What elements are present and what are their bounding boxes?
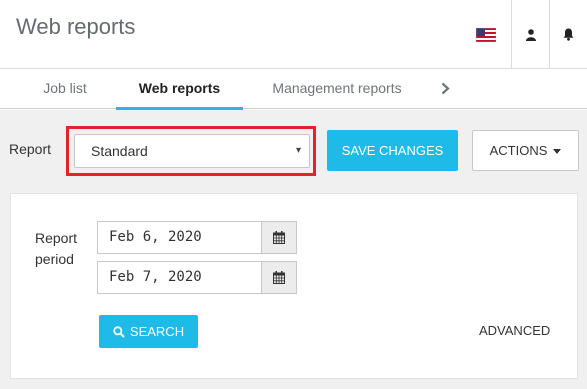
tab-job-list[interactable]: Job list (16, 69, 114, 109)
tab-management-reports[interactable]: Management reports (258, 69, 416, 109)
app-title: Web reports (16, 14, 136, 39)
date-to-picker-button[interactable] (261, 261, 297, 294)
bell-icon (563, 28, 574, 41)
chevron-right-icon (441, 82, 450, 94)
app-header: Web reports (0, 0, 587, 69)
notifications-button[interactable] (549, 0, 587, 69)
user-icon (525, 28, 536, 41)
user-menu-button[interactable] (511, 0, 549, 69)
date-to-field: Feb 7, 2020 (97, 261, 297, 294)
tabs-scroll-right-button[interactable] (434, 77, 456, 99)
date-from-input[interactable]: Feb 6, 2020 (97, 221, 262, 254)
tab-bar: Job list Web reports Management reports (0, 69, 587, 110)
advanced-link[interactable]: ADVANCED (479, 323, 550, 338)
tab-web-reports[interactable]: Web reports (116, 69, 243, 110)
caret-down-icon (553, 149, 562, 154)
report-select-highlight: Standard ▾ (66, 126, 316, 176)
actions-label: ACTIONS (489, 143, 548, 158)
search-icon (113, 325, 125, 338)
report-period-card: Report period Feb 6, 2020 Feb 7, 2020 SE… (10, 193, 578, 379)
search-button[interactable]: SEARCH (99, 315, 198, 348)
report-select-value: Standard (91, 143, 148, 159)
us-flag-icon (476, 27, 496, 42)
caret-down-icon: ▾ (295, 145, 301, 156)
language-selector[interactable] (462, 0, 510, 69)
report-period-label-line1: Report (35, 230, 78, 246)
report-select[interactable]: Standard ▾ (74, 134, 310, 168)
save-changes-button[interactable]: SAVE CHANGES (327, 130, 458, 171)
report-label: Report (9, 141, 52, 157)
report-period-label-line2: period (35, 251, 74, 267)
actions-button[interactable]: ACTIONS (472, 130, 579, 171)
calendar-icon (273, 231, 285, 244)
date-from-field: Feb 6, 2020 (97, 221, 297, 254)
report-period-label: Report period (35, 228, 77, 270)
calendar-icon (273, 271, 285, 284)
date-from-picker-button[interactable] (261, 221, 297, 254)
search-label: SEARCH (129, 324, 185, 339)
date-to-input[interactable]: Feb 7, 2020 (97, 261, 262, 294)
